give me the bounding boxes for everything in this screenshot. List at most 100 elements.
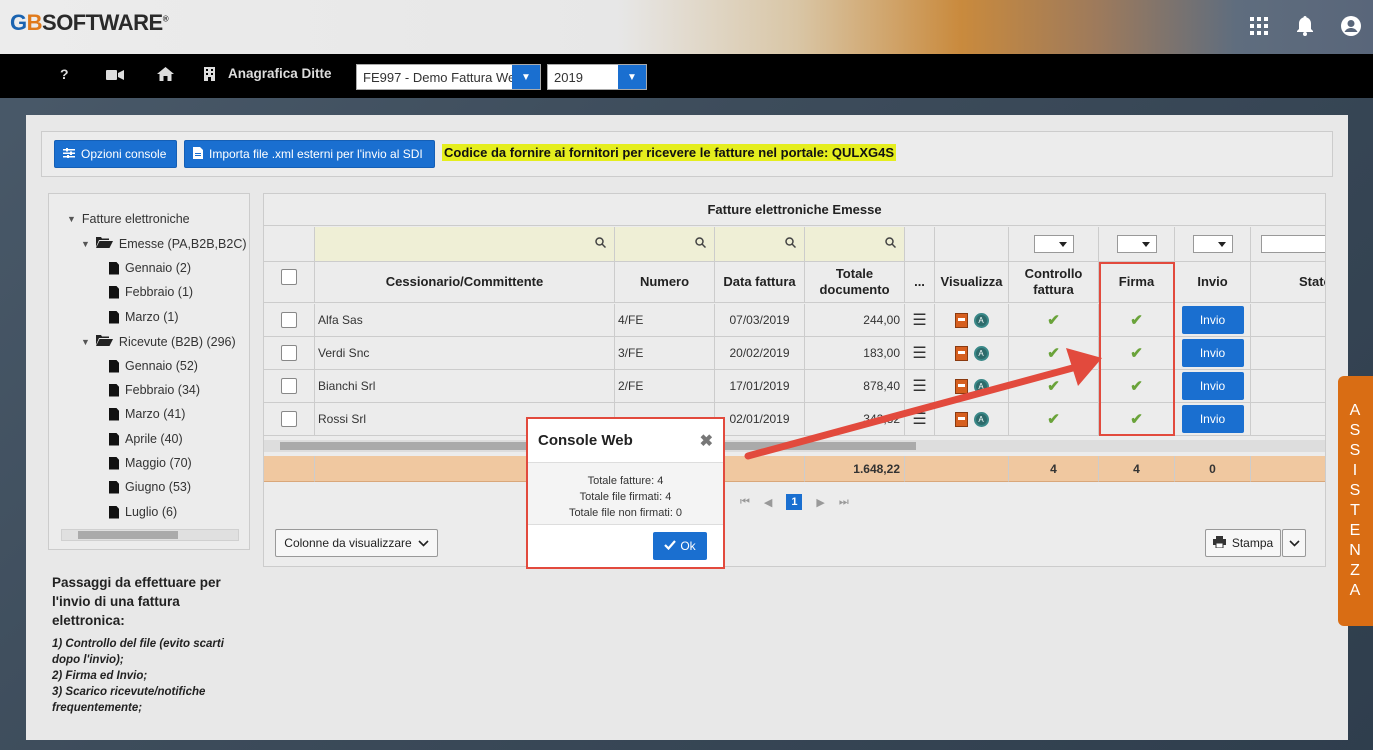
invio-button[interactable]: Invio bbox=[1181, 339, 1244, 367]
tree-item-ricevute-marzo[interactable]: Marzo (41) bbox=[109, 407, 185, 421]
filter-data[interactable] bbox=[715, 227, 805, 262]
menu-icon[interactable]: ☰ bbox=[905, 304, 935, 337]
filter-numero[interactable] bbox=[615, 227, 715, 262]
cell-totale: 244,00 bbox=[805, 304, 905, 337]
first-page-icon[interactable]: ⏮ bbox=[740, 496, 750, 509]
search-icon[interactable] bbox=[695, 237, 707, 251]
header-numero[interactable]: Numero bbox=[615, 262, 715, 303]
totals-invio: 0 bbox=[1175, 456, 1251, 482]
next-page-icon[interactable]: ▶ bbox=[816, 496, 824, 509]
caret-down-icon[interactable]: ▼ bbox=[81, 239, 90, 249]
tree-emesse[interactable]: ▼ Emesse (PA,B2B,B2C) bbox=[81, 236, 247, 251]
tree-item-label: Marzo (41) bbox=[125, 407, 186, 421]
tree-item-emesse-febbraio[interactable]: Febbraio (1) bbox=[109, 285, 193, 299]
tree-emesse-label: Emesse (PA,B2B,B2C) bbox=[118, 236, 247, 251]
assistenza-tab[interactable]: A S S I S T E N Z A bbox=[1338, 376, 1373, 626]
caret-down-icon[interactable]: ▼ bbox=[81, 337, 90, 347]
tree-item-ricevute-aprile[interactable]: Aprile (40) bbox=[109, 432, 183, 446]
assistenza-letter: S bbox=[1349, 422, 1362, 439]
tree-item-ricevute-febbraio[interactable]: Febbraio (34) bbox=[109, 383, 200, 397]
row-checkbox[interactable] bbox=[281, 378, 297, 394]
row-checkbox[interactable] bbox=[281, 312, 297, 328]
company-select[interactable]: FE997 - Demo Fattura We ▼ bbox=[356, 64, 541, 90]
dialog-body: Totale fatture: 4 Totale file firmati: 4… bbox=[528, 463, 723, 525]
row-checkbox[interactable] bbox=[281, 345, 297, 361]
dialog-line: Totale file firmati: 4 bbox=[579, 491, 672, 503]
account-icon[interactable] bbox=[1339, 14, 1363, 38]
instructions-step: 2) Firma ed Invio; bbox=[52, 670, 148, 682]
search-icon[interactable] bbox=[885, 237, 897, 251]
tree-item-ricevute-luglio[interactable]: Luglio (6) bbox=[109, 505, 177, 519]
tree-horizontal-scrollbar[interactable] bbox=[61, 529, 239, 541]
row-checkbox[interactable] bbox=[281, 411, 297, 427]
tree-item-label: Gennaio (52) bbox=[125, 359, 198, 373]
header-totale[interactable]: Totale documento bbox=[805, 262, 905, 303]
file-icon bbox=[109, 359, 119, 373]
header-cessionario[interactable]: Cessionario/Committente bbox=[315, 262, 615, 303]
table-row bbox=[264, 304, 315, 337]
codice-portale-text: Codice da fornire ai fornitori per ricev… bbox=[442, 144, 897, 161]
gb-software-logo[interactable]: GBSOFTWARE® bbox=[10, 10, 169, 36]
header-invio[interactable]: Invio bbox=[1175, 262, 1251, 303]
search-icon[interactable] bbox=[785, 237, 797, 251]
tree-item-ricevute-gennaio[interactable]: Gennaio (52) bbox=[109, 359, 198, 373]
assistenza-letter: E bbox=[1349, 522, 1362, 539]
home-icon[interactable] bbox=[157, 67, 174, 84]
colonne-button[interactable]: Colonne da visualizzare bbox=[275, 529, 438, 557]
close-icon[interactable]: ✖ bbox=[700, 431, 713, 451]
invio-button[interactable]: Invio bbox=[1181, 405, 1244, 433]
year-select[interactable]: 2019 ▼ bbox=[547, 64, 647, 90]
invio-button[interactable]: Invio bbox=[1181, 306, 1244, 334]
importa-xml-button[interactable]: Importa file .xml esterni per l'invio al… bbox=[184, 140, 435, 168]
cell-invio: Invio bbox=[1175, 337, 1251, 370]
header-controllo[interactable]: Controllo fattura bbox=[1009, 262, 1099, 303]
filter-controllo-dropdown[interactable] bbox=[1033, 235, 1074, 253]
opzioni-console-button[interactable]: Opzioni console bbox=[54, 140, 177, 168]
header-more[interactable]: ... bbox=[905, 262, 935, 303]
chevron-down-icon[interactable]: ▼ bbox=[512, 65, 540, 89]
invio-button[interactable]: Invio bbox=[1181, 372, 1244, 400]
tree-item-ricevute-maggio[interactable]: Maggio (70) bbox=[109, 456, 192, 470]
last-page-icon[interactable]: ⏭ bbox=[839, 496, 849, 509]
tree-item-emesse-gennaio[interactable]: Gennaio (2) bbox=[109, 261, 191, 275]
cell-invio: Invio bbox=[1175, 304, 1251, 337]
help-icon[interactable]: ? bbox=[60, 66, 69, 82]
filter-firma-dropdown[interactable] bbox=[1116, 235, 1157, 253]
stampa-button[interactable]: Stampa bbox=[1205, 529, 1281, 557]
search-icon[interactable] bbox=[595, 237, 607, 251]
tree-root[interactable]: ▼ Fatture elettroniche bbox=[67, 212, 190, 226]
bell-icon[interactable] bbox=[1293, 14, 1317, 38]
agenzia-entrate-icon[interactable]: A bbox=[973, 312, 989, 328]
cell-numero: 2/FE bbox=[615, 370, 715, 403]
caret-down-icon[interactable]: ▼ bbox=[67, 214, 76, 224]
prev-page-icon[interactable]: ◀ bbox=[764, 496, 772, 509]
tree-ricevute[interactable]: ▼ Ricevute (B2B) (296) bbox=[81, 334, 236, 349]
filter-totale[interactable] bbox=[805, 227, 905, 262]
cell-invio: Invio bbox=[1175, 403, 1251, 436]
file-icon bbox=[109, 480, 119, 494]
tree-item-ricevute-giugno[interactable]: Giugno (53) bbox=[109, 480, 191, 494]
apps-grid-icon[interactable] bbox=[1247, 14, 1271, 38]
filter-stato-input[interactable] bbox=[1261, 235, 1325, 253]
grid-title: Fatture elettroniche Emesse bbox=[264, 194, 1325, 226]
filter-invio-dropdown[interactable] bbox=[1192, 235, 1233, 253]
cell-numero: 4/FE bbox=[615, 304, 715, 337]
tree-item-emesse-marzo[interactable]: Marzo (1) bbox=[109, 310, 178, 324]
header-data[interactable]: Data fattura bbox=[715, 262, 805, 303]
filter-cessionario[interactable] bbox=[315, 227, 615, 262]
ok-button[interactable]: Ok bbox=[653, 532, 707, 560]
anagrafica-ditte-link[interactable]: Anagrafica Ditte bbox=[228, 66, 332, 81]
cell-visualizza: A bbox=[935, 304, 1009, 337]
select-all-checkbox[interactable] bbox=[281, 269, 297, 285]
chevron-down-icon[interactable]: ▼ bbox=[618, 65, 646, 89]
stampa-dropdown-button[interactable] bbox=[1282, 529, 1306, 557]
header-visualizza[interactable]: Visualizza bbox=[935, 262, 1009, 303]
scroll-thumb[interactable] bbox=[78, 531, 178, 539]
pdf-view-icon[interactable] bbox=[954, 312, 968, 328]
header-stato[interactable]: Stato bbox=[1251, 262, 1325, 303]
page-number[interactable]: 1 bbox=[786, 494, 803, 510]
file-icon bbox=[193, 146, 203, 162]
assistenza-letter: I bbox=[1352, 462, 1359, 479]
video-icon[interactable] bbox=[106, 68, 124, 84]
cell-cessionario: Alfa Sas bbox=[315, 304, 615, 337]
